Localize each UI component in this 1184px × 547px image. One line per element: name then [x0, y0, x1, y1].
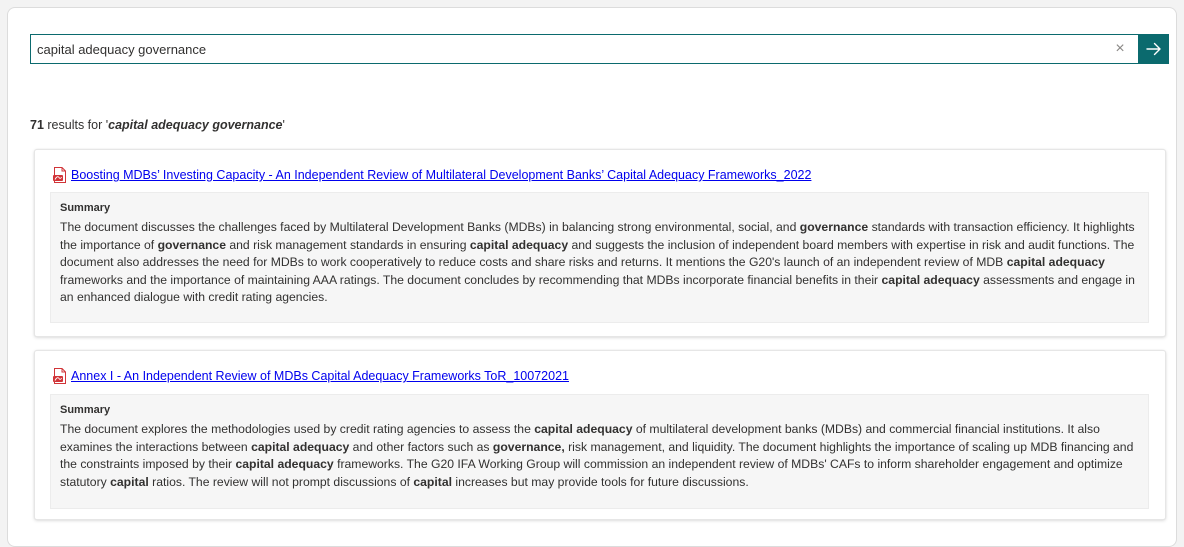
- summary-text: The document explores the methodologies …: [60, 421, 1139, 491]
- results-query: capital adequacy governance: [108, 118, 283, 132]
- highlighted-term: capital adequacy: [251, 439, 350, 454]
- result-title: Boosting MDBs’ Investing Capacity - An I…: [53, 167, 811, 183]
- result-link[interactable]: Boosting MDBs’ Investing Capacity - An I…: [71, 168, 811, 182]
- highlighted-term: capital adequacy: [1006, 255, 1105, 269]
- highlighted-term: capital adequacy: [881, 272, 980, 287]
- highlighted-term: capital: [413, 474, 452, 489]
- results-count: 71 results for 'capital adequacy governa…: [30, 118, 285, 132]
- summary-segment: frameworks and the importance of maintai…: [60, 272, 882, 287]
- result-link[interactable]: Annex I - An Independent Review of MDBs …: [71, 369, 569, 383]
- results-prefix: results for ': [43, 118, 109, 132]
- summary-segment: The document discusses the challenges fa…: [60, 220, 800, 234]
- pdf-icon: [53, 368, 66, 384]
- search-submit-button[interactable]: [1139, 34, 1169, 64]
- summary-segment: and risk management standards in ensurin…: [225, 237, 470, 252]
- summary-segment: ratios. The review will not prompt discu…: [148, 474, 414, 489]
- results-suffix: ': [282, 118, 285, 132]
- clear-search-button[interactable]: ×: [1108, 35, 1132, 63]
- search-bar: ×: [30, 34, 1176, 64]
- summary-label: Summary: [60, 404, 111, 416]
- pdf-icon: [53, 167, 66, 183]
- summary-label: Summary: [60, 202, 111, 214]
- highlighted-term: governance,: [492, 439, 565, 454]
- highlighted-term: capital: [110, 474, 149, 489]
- search-input[interactable]: [31, 35, 1101, 63]
- summary-text: The document discusses the challenges fa…: [60, 219, 1139, 307]
- highlighted-term: governance: [799, 220, 869, 234]
- summary-segment: and other factors such as: [349, 439, 493, 454]
- result-card: Boosting MDBs’ Investing Capacity - An I…: [34, 149, 1166, 337]
- search-panel: × 71 results for 'capital adequacy gover…: [7, 7, 1177, 547]
- summary-box: Summary The document discusses the chall…: [50, 192, 1149, 323]
- summary-segment: The document explores the methodologies …: [60, 422, 535, 436]
- search-box: ×: [30, 34, 1139, 64]
- summary-segment: increases but may provide tools for futu…: [452, 474, 749, 489]
- highlighted-term: capital adequacy: [469, 237, 569, 252]
- highlighted-term: capital adequacy: [235, 457, 334, 471]
- result-title: Annex I - An Independent Review of MDBs …: [53, 368, 569, 384]
- summary-box: Summary The document explores the method…: [50, 394, 1149, 509]
- arrow-right-icon: [1146, 42, 1161, 56]
- highlighted-term: capital adequacy: [534, 422, 633, 436]
- result-card: Annex I - An Independent Review of MDBs …: [34, 350, 1166, 520]
- results-number: 71: [30, 118, 44, 132]
- highlighted-term: governance: [157, 237, 226, 252]
